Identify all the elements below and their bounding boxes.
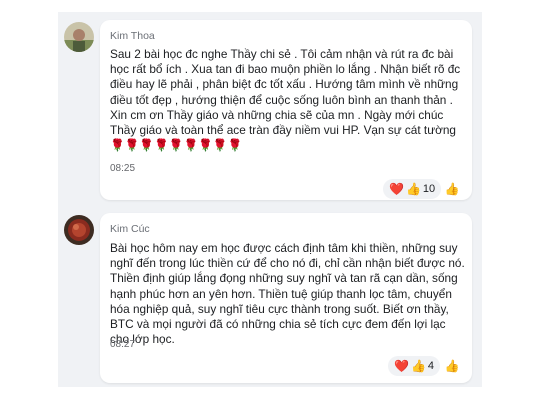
comment-card: Kim Thoa Sau 2 bài học đc nghe Thầy chi … (100, 20, 472, 200)
heart-emoji-icon: ❤️ (394, 359, 409, 373)
comment-text: Sau 2 bài học đc nghe Thầy chi sẻ . Tôi … (110, 47, 465, 153)
comment-timestamp: 08:27 (110, 339, 136, 350)
heart-emoji-icon: ❤️ (389, 182, 404, 196)
reaction-count: 4 (427, 360, 435, 372)
like-button[interactable]: 👍 (442, 356, 462, 376)
comment-card: Kim Cúc Bài học hôm nay em học được cách… (100, 213, 472, 383)
thumbs-up-emoji-icon: 👍 (410, 359, 426, 373)
comment-text: Bài học hôm nay em học được cách định tâ… (110, 241, 465, 347)
comment-author[interactable]: Kim Thoa (110, 30, 155, 42)
comment-feed: Kim Thoa Sau 2 bài học đc nghe Thầy chi … (58, 12, 482, 387)
avatar-kim-thoa[interactable] (64, 22, 94, 52)
reaction-count: 10 (422, 183, 436, 195)
reaction-summary[interactable]: ❤️ 👍 10 (383, 179, 442, 199)
comment-author[interactable]: Kim Cúc (110, 223, 150, 235)
comment-text-body: Sau 2 bài học đc nghe Thầy chi sẻ . Tôi … (110, 47, 461, 138)
reaction-summary[interactable]: ❤️ 👍 4 (388, 356, 441, 376)
like-button[interactable]: 👍 (442, 179, 462, 199)
avatar-kim-cuc[interactable] (64, 215, 94, 245)
thumbs-up-icon: 👍 (444, 359, 460, 373)
avatar-image (64, 215, 94, 245)
comment-timestamp: 08:25 (110, 163, 136, 174)
thumbs-up-emoji-icon: 👍 (405, 182, 421, 196)
thumbs-up-icon: 👍 (444, 182, 460, 196)
avatar-image (64, 22, 94, 52)
rose-emojis: 🌹🌹🌹🌹🌹🌹🌹🌹🌹 (110, 138, 243, 153)
